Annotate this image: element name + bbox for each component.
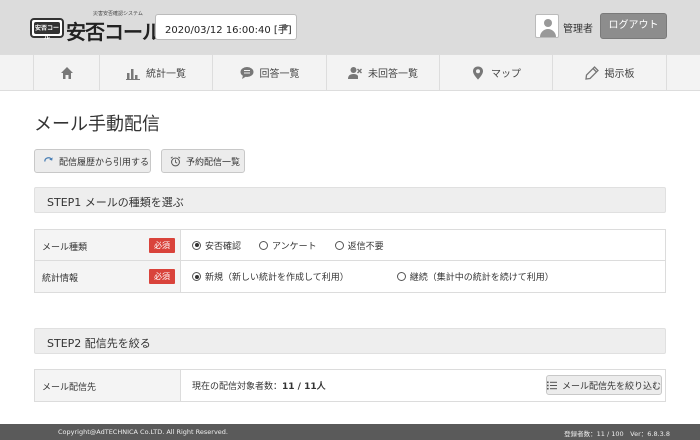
nav-item-answers[interactable]: 回答一覧 [213, 55, 327, 90]
nav-item-map[interactable]: マップ [440, 55, 553, 90]
step1-title: STEP1 メールの種類を選ぶ [47, 196, 184, 209]
history-quote-button[interactable]: 配信履歴から引用する [34, 149, 151, 173]
statistics-row: 統計情報 必須 新規（新しい統計を作成して利用） 継続（集計中の統計を続けて利用… [35, 261, 665, 292]
nav-item-label: 掲示板 [604, 69, 635, 80]
footer-copyright: Copyright@AdTECHNICA Co.LTD. All Right R… [58, 428, 228, 436]
chat-bubble-icon [240, 66, 253, 79]
narrow-recipients-button-label: メール配信先を絞り込む [562, 381, 662, 392]
step1-header: STEP1 メールの種類を選ぶ [34, 187, 666, 213]
scheduled-list-button-label: 予約配信一覧 [186, 157, 241, 168]
recipient-count-prefix: 現在の配信対象者数： [192, 382, 283, 392]
mail-recipient-row: メール配信先 現在の配信対象者数： 11 / 11人 メール配信先を絞り込む [35, 370, 665, 401]
refresh-icon [44, 156, 53, 162]
mail-type-row: メール種類 必須 安否確認 アンケート 返信不要 [35, 230, 665, 261]
nav-item-label: マップ [491, 69, 521, 80]
app-logo[interactable]: 災害安否確認システム 安否コール 安否コール [30, 10, 162, 44]
home-icon [60, 66, 73, 79]
radio-no-reply[interactable]: 返信不要 [334, 239, 384, 252]
radio-label: 安否確認 [205, 241, 242, 252]
radio-questionnaire[interactable]: アンケート [259, 239, 317, 252]
main-nav: 統計一覧 回答一覧 未回答一覧 マップ 掲示板 [0, 54, 700, 91]
history-quote-button-label: 配信履歴から引用する [59, 157, 150, 168]
app-footer: Copyright@AdTECHNICA Co.LTD. All Right R… [0, 424, 700, 440]
radio-circle[interactable] [192, 272, 201, 281]
logo-text: 安否コール [66, 20, 162, 44]
statistics-label-cell: 統計情報 必須 [35, 261, 181, 292]
mail-type-options: 安否確認 アンケート 返信不要 [192, 230, 402, 260]
narrow-recipients-button[interactable]: メール配信先を絞り込む [546, 375, 662, 395]
nav-item-label: 回答一覧 [259, 69, 300, 80]
step1-form-table: メール種類 必須 安否確認 アンケート 返信不要 統計情報 必須 新規（新しい統… [34, 229, 666, 293]
scheduled-list-button[interactable]: 予約配信一覧 [161, 149, 245, 173]
radio-circle[interactable] [334, 240, 344, 250]
chevron-down-icon [281, 25, 289, 30]
radio-circle[interactable] [192, 240, 201, 250]
nav-item-label: 統計一覧 [146, 69, 186, 80]
datetime-select-value: 2020/03/12 16:00:40 [手] [165, 25, 292, 36]
radio-label: アンケート [272, 241, 317, 252]
alarm-clock-icon [170, 156, 181, 166]
step2-header: STEP2 配信先を絞る [34, 328, 666, 354]
bar-chart-icon [126, 68, 140, 80]
required-badge: 必須 [149, 269, 175, 284]
radio-continue-statistics[interactable]: 継続（集計中の統計を続けて利用） [396, 270, 554, 283]
list-icon [547, 381, 557, 389]
step2-form-table: メール配信先 現在の配信対象者数： 11 / 11人 メール配信先を絞り込む [34, 369, 666, 402]
logo-badge: 安否コール [30, 18, 64, 41]
logo-badge-text: 安否コール [34, 25, 59, 41]
radio-label: 返信不要 [347, 241, 384, 252]
user-x-icon [348, 66, 362, 79]
radio-safety-check[interactable]: 安否確認 [192, 239, 241, 252]
nav-item-home[interactable] [33, 55, 100, 90]
mail-recipient-label: メール配信先 [42, 383, 97, 393]
radio-circle[interactable] [259, 240, 269, 250]
footer-status: 登録者数：11 / 100 Ver：6.8.3.8 [564, 430, 670, 438]
recipient-count: 現在の配信対象者数： 11 / 11人 [192, 370, 326, 401]
user-name: 管理者 [563, 24, 593, 35]
mail-type-label: メール種類 [42, 243, 88, 253]
datetime-select[interactable]: 2020/03/12 16:00:40 [手] [155, 14, 297, 40]
radio-new-statistics[interactable]: 新規（新しい統計を作成して利用） [192, 270, 349, 283]
nav-item-unanswered[interactable]: 未回答一覧 [327, 55, 440, 90]
page-title: メール手動配信 [34, 114, 160, 135]
mail-type-label-cell: メール種類 必須 [35, 230, 181, 260]
statistics-options: 新規（新しい統計を作成して利用） 継続（集計中の統計を続けて利用） [192, 261, 572, 292]
map-pin-icon [473, 66, 483, 79]
recipient-count-value: 11 / 11人 [282, 382, 326, 392]
statistics-label: 統計情報 [42, 274, 79, 284]
user-avatar-icon[interactable] [535, 14, 559, 38]
step2-title: STEP2 配信先を絞る [47, 337, 151, 350]
radio-circle[interactable] [396, 272, 406, 281]
nav-item-statistics[interactable]: 統計一覧 [100, 55, 213, 90]
nav-item-board[interactable]: 掲示板 [553, 55, 667, 90]
nav-item-label: 未回答一覧 [368, 69, 418, 80]
pencil-icon [584, 65, 599, 80]
radio-label: 継続（集計中の統計を続けて利用） [409, 273, 554, 283]
required-badge: 必須 [149, 238, 175, 253]
app-header: 災害安否確認システム 安否コール 安否コール 2020/03/12 16:00:… [0, 0, 700, 54]
logout-button[interactable]: ログアウト [600, 13, 667, 39]
mail-recipient-label-cell: メール配信先 [35, 370, 181, 401]
radio-label: 新規（新しい統計を作成して利用） [205, 273, 349, 283]
